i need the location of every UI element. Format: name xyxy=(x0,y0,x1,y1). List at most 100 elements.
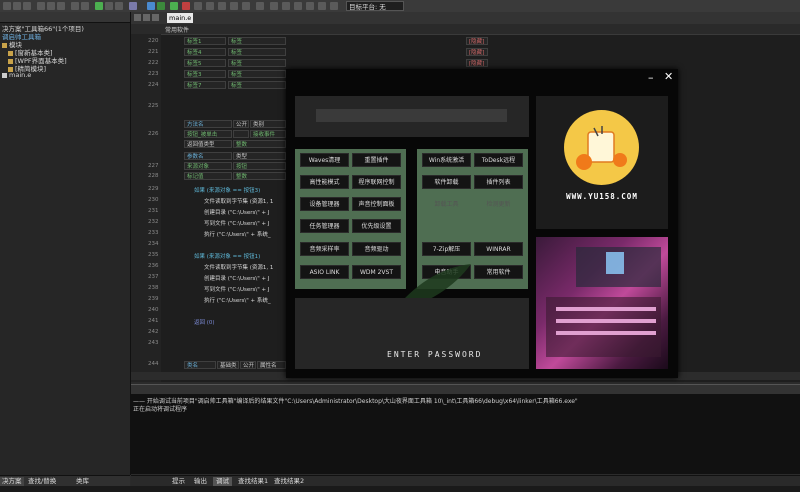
tab-hint[interactable]: 提示 xyxy=(169,477,188,486)
tab-list-icon[interactable] xyxy=(152,14,159,21)
tab-output[interactable]: 输出 xyxy=(191,477,210,486)
code-line[interactable]: 如果 (来源对象 == 按钮3) xyxy=(194,186,260,194)
waves-clean-button[interactable]: Waves清理 xyxy=(300,153,349,167)
cut-icon[interactable] xyxy=(37,2,45,10)
code-line[interactable]: 文件读取到字节集 (资源1, 1 xyxy=(204,197,273,205)
code-line[interactable]: 返回 (0) xyxy=(194,318,215,326)
audio-driver-button[interactable]: 音频驱动 xyxy=(352,242,401,256)
code-line[interactable]: 写到文件 ("C:\Users\" + J xyxy=(204,219,269,227)
tab-nav-left-icon[interactable] xyxy=(134,14,141,21)
play-icon[interactable] xyxy=(170,2,178,10)
var-name-cell[interactable]: 标签7 xyxy=(184,81,226,89)
method-name-cell[interactable]: 按钮_被单击 xyxy=(184,130,232,138)
copy-icon[interactable] xyxy=(47,2,55,10)
password-panel[interactable]: ENTER PASSWORD xyxy=(295,298,529,369)
var-name-cell[interactable]: 标签4 xyxy=(184,48,226,56)
check-update-button[interactable]: 检测更新 xyxy=(474,197,523,211)
sound-control-button[interactable]: 声音控制面板 xyxy=(352,197,401,211)
var-type-cell[interactable]: 标签 xyxy=(228,70,286,78)
start-icon[interactable] xyxy=(157,2,165,10)
param-type-cell[interactable]: 按钮 xyxy=(233,162,286,170)
var-attr-cell[interactable]: [隐藏] xyxy=(466,37,488,45)
toolbox-window: – ✕ Waves清理 重置插件 高性能模式 程序联网控制 设备管理器 声音控制… xyxy=(286,69,678,378)
tab-find-results-2[interactable]: 查找结果2 xyxy=(271,477,307,486)
var-attr-cell[interactable]: [隐藏] xyxy=(466,48,488,56)
code-line[interactable]: 创建目录 ("C:\Users\" + J xyxy=(204,274,269,282)
var-name-cell[interactable]: 标签1 xyxy=(184,37,226,45)
open-file-icon[interactable] xyxy=(13,2,21,10)
code-line[interactable]: 创建目录 ("C:\Users\" + J xyxy=(204,208,269,216)
undo-icon[interactable] xyxy=(71,2,79,10)
param-name-cell[interactable]: 来源对象 xyxy=(184,162,232,170)
folder-icon xyxy=(2,42,7,48)
help-icon[interactable] xyxy=(129,2,137,10)
window-icon[interactable] xyxy=(330,2,338,10)
method-public-cell[interactable] xyxy=(233,130,249,138)
7zip-button[interactable]: 7-Zip解压 xyxy=(422,242,471,256)
find-icon[interactable] xyxy=(105,2,113,10)
save-icon[interactable] xyxy=(23,2,31,10)
todesk-button[interactable]: ToDesk远程 xyxy=(474,153,523,167)
step-out-icon[interactable] xyxy=(230,2,238,10)
reset-plugin-button[interactable]: 重置插件 xyxy=(352,153,401,167)
tree-item-main-file[interactable]: main.e xyxy=(2,71,31,79)
line-number: 230 xyxy=(148,197,159,203)
var-type-cell[interactable]: 标签 xyxy=(228,81,286,89)
bookmark-next-icon[interactable] xyxy=(294,2,302,10)
code-line[interactable]: 写到文件 ("C:\Users\" + J xyxy=(204,285,269,293)
var-name-cell[interactable]: 标签3 xyxy=(184,70,226,78)
settings-icon[interactable] xyxy=(318,2,326,10)
redo-icon[interactable] xyxy=(81,2,89,10)
close-icon[interactable]: ✕ xyxy=(664,70,673,83)
minimize-icon[interactable]: – xyxy=(648,71,654,84)
param-name-cell[interactable]: 标记值 xyxy=(184,172,232,180)
paste-icon[interactable] xyxy=(57,2,65,10)
priority-button[interactable]: 优先级设置 xyxy=(352,219,401,233)
sample-rate-button[interactable]: 音频采样率 xyxy=(300,242,349,256)
var-name-cell[interactable]: 标签5 xyxy=(184,59,226,67)
winrar-button[interactable]: WINRAR xyxy=(474,242,523,256)
run-icon[interactable] xyxy=(95,2,103,10)
breakpoint-icon[interactable] xyxy=(256,2,264,10)
high-performance-button[interactable]: 高性能模式 xyxy=(300,175,349,189)
debug-icon[interactable] xyxy=(147,2,155,10)
var-type-cell[interactable]: 标签 xyxy=(228,59,286,67)
tab-nav-right-icon[interactable] xyxy=(143,14,150,21)
code-line[interactable]: 执行 ("C:\Users\" + 系统_ xyxy=(204,230,271,238)
common-software-button[interactable]: 常用软件 xyxy=(474,265,523,279)
uninstall-button[interactable]: 软件卸载 xyxy=(422,175,471,189)
device-manager-button[interactable]: 设备管理器 xyxy=(300,197,349,211)
var-attr-cell[interactable]: [隐藏] xyxy=(466,59,488,67)
code-line[interactable]: 执行 ("C:\Users\" + 系统_ xyxy=(204,296,271,304)
bookmark-icon[interactable] xyxy=(270,2,278,10)
replace-icon[interactable] xyxy=(115,2,123,10)
code-line[interactable]: 文件读取到字节集 (资源1, 1 xyxy=(204,263,273,271)
uninstall-tool-button[interactable]: 卸载工具 xyxy=(422,197,471,211)
tab-debug[interactable]: 调试 xyxy=(213,477,232,486)
tab-library[interactable]: 类库 xyxy=(74,477,91,486)
bookmark-clear-icon[interactable] xyxy=(306,2,314,10)
step-over-icon[interactable] xyxy=(218,2,226,10)
tab-main-file[interactable]: main.e xyxy=(167,13,193,23)
var-type-cell[interactable]: 标签 xyxy=(228,48,286,56)
tab-find-results-1[interactable]: 查找结果1 xyxy=(235,477,271,486)
code-line[interactable]: 如果 (来源对象 == 按钮1) xyxy=(194,252,260,260)
pause-icon[interactable] xyxy=(194,2,202,10)
network-control-button[interactable]: 程序联网控制 xyxy=(352,175,401,189)
step-into-icon[interactable] xyxy=(206,2,214,10)
tab-solution[interactable]: 决方案 xyxy=(0,477,24,486)
var-type-cell[interactable]: 标签 xyxy=(228,37,286,45)
bookmark-prev-icon[interactable] xyxy=(282,2,290,10)
stop-icon[interactable] xyxy=(182,2,190,10)
param-type-cell[interactable]: 整数 xyxy=(233,172,286,180)
asio-link-button[interactable]: ASIO LINK xyxy=(300,265,349,279)
task-manager-button[interactable]: 任务管理器 xyxy=(300,219,349,233)
return-type-cell[interactable]: 整数 xyxy=(233,140,286,148)
win-activate-button[interactable]: Win系统激活 xyxy=(422,153,471,167)
target-platform-select[interactable]: 目标平台: 无 xyxy=(346,1,404,11)
run-to-cursor-icon[interactable] xyxy=(242,2,250,10)
plugin-list-button[interactable]: 插件列表 xyxy=(474,175,523,189)
tab-find-replace[interactable]: 查找/替换 xyxy=(26,477,58,486)
new-file-icon[interactable] xyxy=(3,2,11,10)
method-category-cell[interactable]: 接收事件 xyxy=(250,130,286,138)
